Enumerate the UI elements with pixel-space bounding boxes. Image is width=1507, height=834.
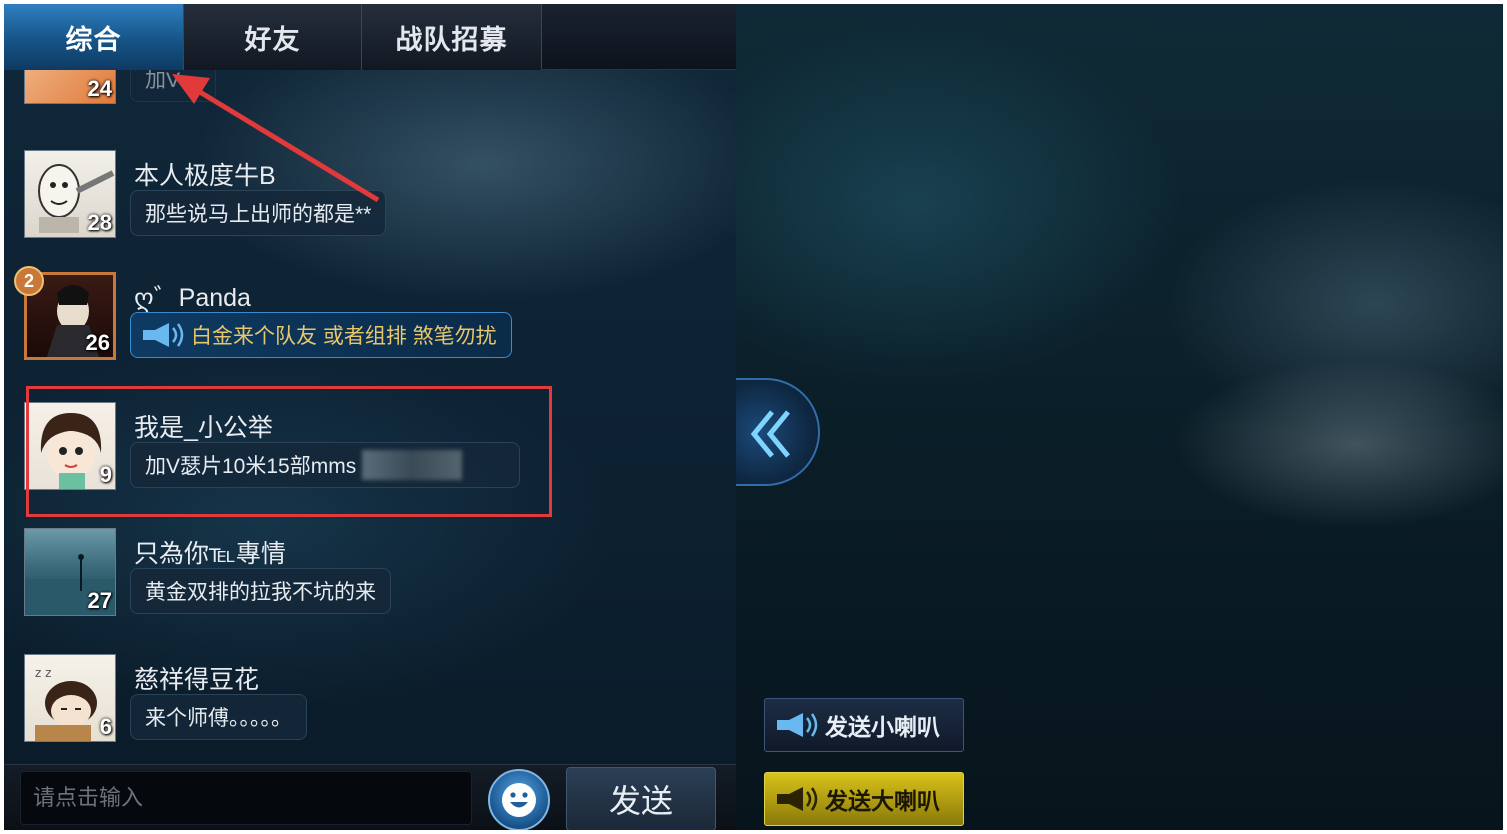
message-bubble: 黄金双排的拉我不坑的来	[130, 568, 391, 614]
game-screen: 综合 好友 战队招募 24 加V… 28 本人极度牛B 那些说马上出师的都是**…	[4, 4, 1503, 830]
message-text: 黄金双排的拉我不坑的来	[145, 581, 376, 604]
emoji-button[interactable]	[488, 769, 550, 830]
message-text: 白金来个队友 或者组排 煞笔勿扰	[191, 325, 497, 348]
username: ღ゛Panda	[134, 284, 251, 312]
send-big-horn-label: 发送大喇叭	[825, 788, 940, 814]
svg-text:z z: z z	[35, 666, 51, 680]
message-text: 来个师傅。。。。。	[145, 707, 292, 730]
username: 慈祥得豆花	[134, 666, 260, 694]
level-number: 26	[85, 330, 110, 355]
avatar[interactable]: z z 6	[24, 654, 116, 742]
level-number: 6	[99, 714, 112, 739]
rank-badge: 2	[14, 266, 44, 296]
send-small-horn-button[interactable]: 发送小喇叭	[764, 698, 964, 752]
megaphone-icon	[777, 787, 818, 811]
chat-input[interactable]	[20, 771, 472, 825]
highlight-box	[26, 386, 552, 517]
level-number: 27	[87, 588, 112, 613]
username: 只為你℡專情	[134, 540, 286, 568]
smiley-icon	[502, 783, 536, 817]
chat-input-bar: 发送	[4, 764, 736, 830]
list-item: 26 2 ღ゛Panda 白金来个队友 或者组排 煞笔勿扰	[14, 266, 714, 372]
rank-badge-number: 2	[23, 270, 34, 291]
list-item: z z 6 慈祥得豆花 来个师傅。。。。。	[24, 654, 714, 754]
send-big-horn-button[interactable]: 发送大喇叭	[764, 772, 964, 826]
message-bubble: 来个师傅。。。。。	[130, 694, 307, 740]
avatar[interactable]: 27	[24, 528, 116, 616]
double-chevron-left-icon	[750, 410, 790, 458]
red-arrow-annotation	[172, 74, 380, 203]
list-item: 27 只為你℡專情 黄金双排的拉我不坑的来	[24, 528, 714, 628]
megaphone-icon	[777, 713, 818, 737]
send-small-horn-label: 发送小喇叭	[825, 714, 940, 740]
horn-message-bubble: 白金来个队友 或者组排 煞笔勿扰	[130, 312, 512, 358]
megaphone-icon	[143, 323, 184, 347]
send-button[interactable]: 发送	[566, 767, 716, 830]
